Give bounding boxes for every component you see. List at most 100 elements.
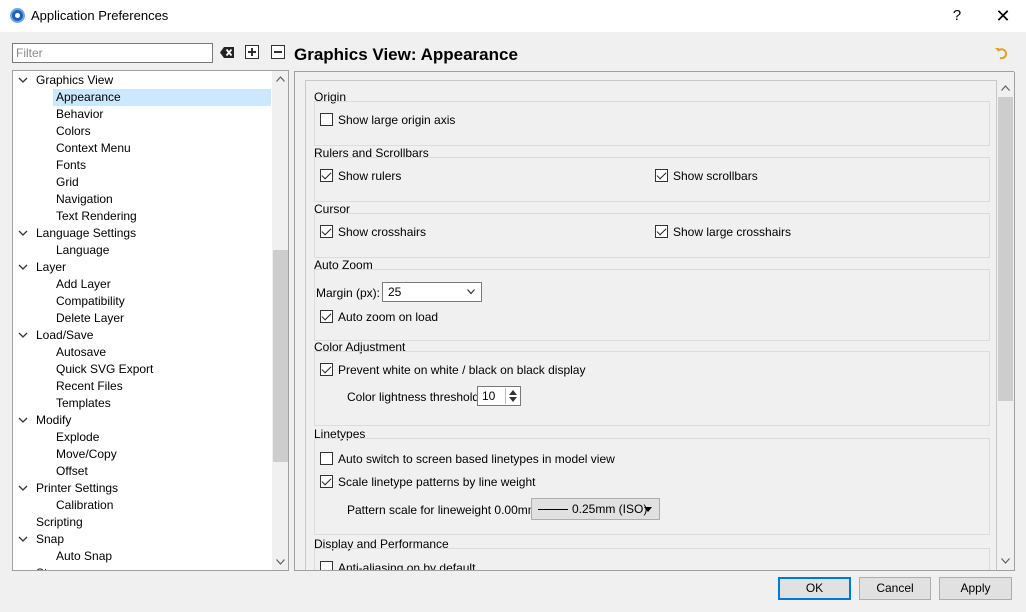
pattern-scale-dropdown[interactable]: 0.25mm (ISO): [531, 498, 660, 520]
checkbox-box[interactable]: [320, 310, 333, 323]
tree-item-label: Explode: [56, 430, 100, 444]
tree-item[interactable]: Colors: [13, 123, 271, 140]
chevron-down-icon[interactable]: [17, 533, 29, 545]
tree-item[interactable]: Appearance: [13, 89, 271, 106]
ok-button[interactable]: OK: [778, 577, 851, 600]
checkbox-box[interactable]: [655, 225, 668, 238]
checkbox-label: Show large origin axis: [338, 113, 456, 127]
chevron-down-icon[interactable]: [17, 227, 29, 239]
checkbox-box[interactable]: [320, 475, 333, 488]
chevron-down-icon[interactable]: [17, 74, 29, 86]
tree-scroll-thumb[interactable]: [273, 250, 288, 462]
tree-item[interactable]: Graphics View: [13, 72, 271, 89]
tree-item[interactable]: Autosave: [13, 344, 271, 361]
checkbox-box[interactable]: [320, 113, 333, 126]
spin-down-icon[interactable]: [509, 397, 517, 402]
tree-item-label: Modify: [36, 413, 72, 427]
tree-item[interactable]: Compatibility: [13, 293, 271, 310]
tree-item[interactable]: Modify: [13, 412, 271, 429]
tree-item-label: Auto Snap: [56, 549, 113, 563]
chevron-down-icon[interactable]: [17, 482, 29, 494]
checkbox-label: Show crosshairs: [338, 225, 427, 239]
tree-item[interactable]: Context Menu: [13, 140, 271, 157]
spin-buttons[interactable]: [505, 388, 519, 404]
collapse-all-icon[interactable]: [271, 45, 285, 59]
chevron-down-icon[interactable]: [17, 261, 29, 273]
expand-all-icon[interactable]: [245, 45, 259, 59]
tree-item[interactable]: Offset: [13, 463, 271, 480]
tree-item[interactable]: Delete Layer: [13, 310, 271, 327]
tree-item[interactable]: Explode: [13, 429, 271, 446]
tree-item[interactable]: Printer Settings: [13, 480, 271, 497]
chevron-down-icon[interactable]: [17, 329, 29, 341]
filter-input[interactable]: [12, 43, 213, 63]
tree-item[interactable]: Language Settings: [13, 225, 271, 242]
tree-item[interactable]: Calibration: [13, 497, 271, 514]
chevron-down-icon[interactable]: [17, 567, 29, 571]
checkbox-label: Show large crosshairs: [673, 225, 792, 239]
tree-item-label: Behavior: [56, 107, 104, 121]
threshold-value: 10: [482, 389, 496, 403]
tree-item[interactable]: Templates: [13, 395, 271, 412]
tree-item[interactable]: Fonts: [13, 157, 271, 174]
help-button[interactable]: ?: [944, 4, 970, 28]
tree-item[interactable]: Text Rendering: [13, 208, 271, 225]
checkbox-box[interactable]: [320, 561, 333, 570]
tree-item-label: Scripting: [36, 515, 83, 529]
settings-scrollbar[interactable]: [997, 80, 1014, 569]
tree-scrollbar[interactable]: [272, 71, 288, 570]
scroll-up-arrow-icon[interactable]: [276, 76, 285, 82]
settings-scroll-thumb[interactable]: [998, 97, 1013, 401]
tree-item[interactable]: Add Layer: [13, 276, 271, 293]
tree-item[interactable]: Layer: [13, 259, 271, 276]
checkbox-label: Scale linetype patterns by line weight: [338, 475, 536, 489]
tree-item[interactable]: Scripting: [13, 514, 271, 531]
undo-icon[interactable]: [994, 46, 1008, 60]
tree-item[interactable]: Navigation: [13, 191, 271, 208]
cancel-button[interactable]: Cancel: [859, 577, 931, 600]
clear-filter-icon[interactable]: [219, 44, 236, 61]
scroll-down-arrow-icon[interactable]: [1001, 558, 1010, 564]
tree-item[interactable]: Grid: [13, 174, 271, 191]
checkbox-box[interactable]: [320, 225, 333, 238]
spin-up-icon[interactable]: [509, 390, 517, 395]
margin-label: Margin (px):: [316, 286, 381, 300]
tree-item[interactable]: Behavior: [13, 106, 271, 123]
tree-item[interactable]: Auto Snap: [13, 548, 271, 565]
scroll-up-arrow-icon[interactable]: [1001, 85, 1010, 91]
group-box: [314, 157, 990, 202]
checkbox-box[interactable]: [320, 363, 333, 376]
line-sample-icon: [538, 509, 568, 510]
checkbox-label: Auto zoom on load: [338, 310, 439, 324]
category-tree[interactable]: Graphics View Appearance Behavior Colors Con…: [12, 70, 289, 571]
tree-item-label: Templates: [56, 396, 111, 410]
tree-item-label: Text Rendering: [56, 209, 137, 223]
chevron-down-icon[interactable]: [17, 414, 29, 426]
tree-item-label: Context Menu: [56, 141, 131, 155]
apply-button[interactable]: Apply: [939, 577, 1012, 600]
tree-item[interactable]: Quick SVG Export: [13, 361, 271, 378]
tree-item-label: Printer Settings: [36, 481, 119, 495]
threshold-spinbox[interactable]: 10: [477, 386, 521, 406]
close-button[interactable]: ✕: [990, 4, 1016, 28]
scroll-down-arrow-icon[interactable]: [276, 559, 285, 565]
tree-item[interactable]: Load/Save: [13, 327, 271, 344]
tree-item-label: Compatibility: [56, 294, 125, 308]
app-icon: [10, 8, 25, 23]
margin-dropdown[interactable]: 25: [382, 282, 482, 302]
chevron-down-icon: [467, 289, 475, 295]
tree-item-label: Quick SVG Export: [56, 362, 154, 376]
tree-item[interactable]: Snap: [13, 531, 271, 548]
tree-item-label: Add Layer: [56, 277, 111, 291]
checkbox-box[interactable]: [320, 452, 333, 465]
tree-item[interactable]: Language: [13, 242, 271, 259]
tree-item[interactable]: Move/Copy: [13, 446, 271, 463]
tree-item[interactable]: Recent Files: [13, 378, 271, 395]
tree-item-label: Language Settings: [36, 226, 137, 240]
tree-item[interactable]: St: [13, 565, 271, 571]
threshold-label: Color lightness threshold:: [347, 390, 483, 404]
checkbox-box[interactable]: [320, 169, 333, 182]
checkbox-box[interactable]: [655, 169, 668, 182]
margin-value: 25: [388, 285, 402, 299]
settings-scroll-area: Origin Show large origin axis Rulers and…: [294, 72, 1015, 571]
